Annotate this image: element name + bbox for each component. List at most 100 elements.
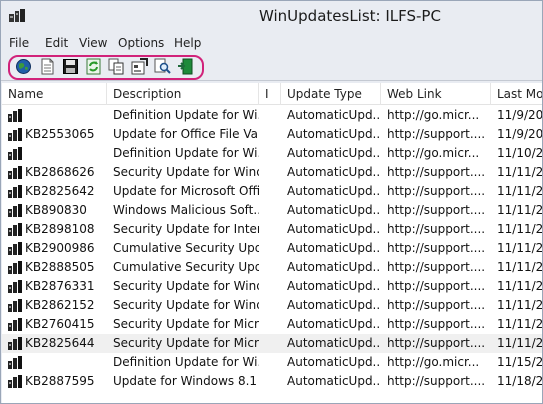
cell-type: AutomaticUpd... (287, 146, 381, 160)
cell-date: 11/11/20 (497, 241, 542, 255)
update-icon (8, 356, 22, 369)
cell-date: 11/11/20 (497, 336, 542, 350)
cell-description: Security Update for Wind... (113, 298, 259, 312)
cell-name: KB890830 (25, 203, 87, 217)
table-row[interactable]: KB2887595 Update for Windows 8.1 f... Auto… (2, 372, 542, 391)
update-icon (8, 147, 22, 160)
cell-name: KB2900986 (25, 241, 95, 255)
column-header-web-link[interactable]: Web Link (381, 83, 491, 105)
app-icon (9, 9, 25, 22)
cell-type: AutomaticUpd... (287, 374, 381, 388)
column-header-installed[interactable]: I (259, 83, 281, 105)
cell-type: AutomaticUpd... (287, 298, 381, 312)
properties-icon[interactable] (131, 58, 148, 75)
exit-icon[interactable] (177, 58, 194, 75)
cell-name: KB2825642 (25, 184, 95, 198)
cell-link: http://support.... (387, 127, 486, 141)
cell-type: AutomaticUpd... (287, 336, 381, 350)
find-icon[interactable] (154, 58, 171, 75)
menu-edit[interactable]: Edit (45, 36, 68, 50)
save-icon[interactable] (62, 58, 79, 75)
table-row[interactable]: KB2760415 Security Update for Micr... Auto… (2, 315, 542, 334)
menu-options[interactable]: Options (118, 36, 164, 50)
cell-name: KB2898108 (25, 222, 95, 236)
menu-view[interactable]: View (79, 36, 107, 50)
cell-link: http://support.... (387, 279, 486, 293)
cell-description: Definition Update for Wi... (113, 108, 259, 122)
document-icon[interactable] (39, 58, 56, 75)
cell-date: 11/10/20 (497, 146, 542, 160)
cell-name: KB2760415 (25, 317, 95, 331)
table-row[interactable]: KB2876331 Security Update for Wind... Auto… (2, 277, 542, 296)
table-row[interactable]: KB2898108 Security Update for Inter... Aut… (2, 220, 542, 239)
cell-name: KB2888505 (25, 260, 95, 274)
column-header-description[interactable]: Description (107, 83, 259, 105)
update-icon (8, 109, 22, 122)
table-row[interactable]: KB2553065 Update for Office File Val... Au… (2, 125, 542, 144)
title-bar[interactable]: WinUpdatesList: ILFS-PC (1, 1, 542, 34)
cell-description: Security Update for Wind... (113, 165, 259, 179)
column-header-last-modified[interactable]: Last Mo (491, 83, 542, 105)
cell-link: http://support.... (387, 317, 486, 331)
table-row[interactable]: KB2900986 Cumulative Security Upd... Autom… (2, 239, 542, 258)
update-icon (8, 204, 22, 217)
cell-description: Definition Update for Wi... (113, 146, 259, 160)
cell-name (25, 106, 105, 125)
cell-date: 11/11/20 (497, 222, 542, 236)
table-row[interactable]: KB2825642 Update for Microsoft Offi... Aut… (2, 182, 542, 201)
table-row[interactable]: KB2825644 Security Update for Micr... Auto… (2, 334, 542, 353)
updates-list[interactable]: Name Description I Update Type Web Link … (2, 83, 542, 403)
cell-date: 11/15/20 (497, 355, 542, 369)
cell-type: AutomaticUpd... (287, 241, 381, 255)
cell-link: http://support.... (387, 241, 486, 255)
update-icon (8, 318, 22, 331)
list-header: Name Description I Update Type Web Link … (2, 83, 542, 105)
update-icon (8, 166, 22, 179)
column-header-update-type[interactable]: Update Type (281, 83, 381, 105)
cell-description: Security Update for Inter... (113, 222, 259, 236)
cell-name: KB2868626 (25, 165, 95, 179)
column-header-name[interactable]: Name (2, 83, 107, 105)
cell-description: Update for Microsoft Offi... (113, 184, 259, 198)
cell-type: AutomaticUpd... (287, 279, 381, 293)
cell-link: http://support.... (387, 298, 486, 312)
cell-link: http://support.... (387, 374, 486, 388)
cell-type: AutomaticUpd... (287, 165, 381, 179)
cell-name: KB2887595 (25, 374, 95, 388)
update-icon (8, 375, 22, 388)
cell-type: AutomaticUpd... (287, 355, 381, 369)
table-row[interactable]: KB890830 Windows Malicious Soft... Automat… (2, 201, 542, 220)
update-icon (8, 185, 22, 198)
cell-link: http://support.... (387, 336, 486, 350)
table-row[interactable]: KB2862152 Security Update for Wind... Auto… (2, 296, 542, 315)
table-row[interactable]: Definition Update for Wi... AutomaticUpd.… (2, 353, 542, 372)
table-row[interactable]: Definition Update for Wi... AutomaticUpd.… (2, 106, 542, 125)
cell-link: http://support.... (387, 184, 486, 198)
cell-description: Update for Office File Val... (113, 127, 259, 141)
update-icon (8, 299, 22, 312)
cell-link: http://go.micr... (387, 355, 480, 369)
table-row[interactable]: Definition Update for Wi... AutomaticUpd.… (2, 144, 542, 163)
copy-icon[interactable] (108, 58, 125, 75)
menu-file[interactable]: File (9, 36, 29, 50)
cell-type: AutomaticUpd... (287, 127, 381, 141)
menu-help[interactable]: Help (174, 36, 201, 50)
update-icon (8, 242, 22, 255)
cell-type: AutomaticUpd... (287, 184, 381, 198)
globe-icon[interactable] (15, 58, 32, 75)
cell-date: 11/11/20 (497, 184, 542, 198)
cell-date: 11/11/20 (497, 279, 542, 293)
cell-date: 11/9/201 (497, 108, 542, 122)
cell-date: 11/11/20 (497, 298, 542, 312)
cell-description: Security Update for Micr... (113, 317, 259, 331)
table-row[interactable]: KB2868626 Security Update for Wind... Auto… (2, 163, 542, 182)
cell-description: Windows Malicious Soft... (113, 203, 259, 217)
update-icon (8, 261, 22, 274)
table-row[interactable]: KB2888505 Cumulative Security Upd... Autom… (2, 258, 542, 277)
cell-name: KB2876331 (25, 279, 95, 293)
toolbar-highlight-outline (8, 55, 204, 80)
refresh-icon[interactable] (85, 58, 102, 75)
update-icon (8, 223, 22, 236)
cell-description: Update for Windows 8.1 f... (113, 374, 259, 388)
update-icon (8, 128, 22, 141)
